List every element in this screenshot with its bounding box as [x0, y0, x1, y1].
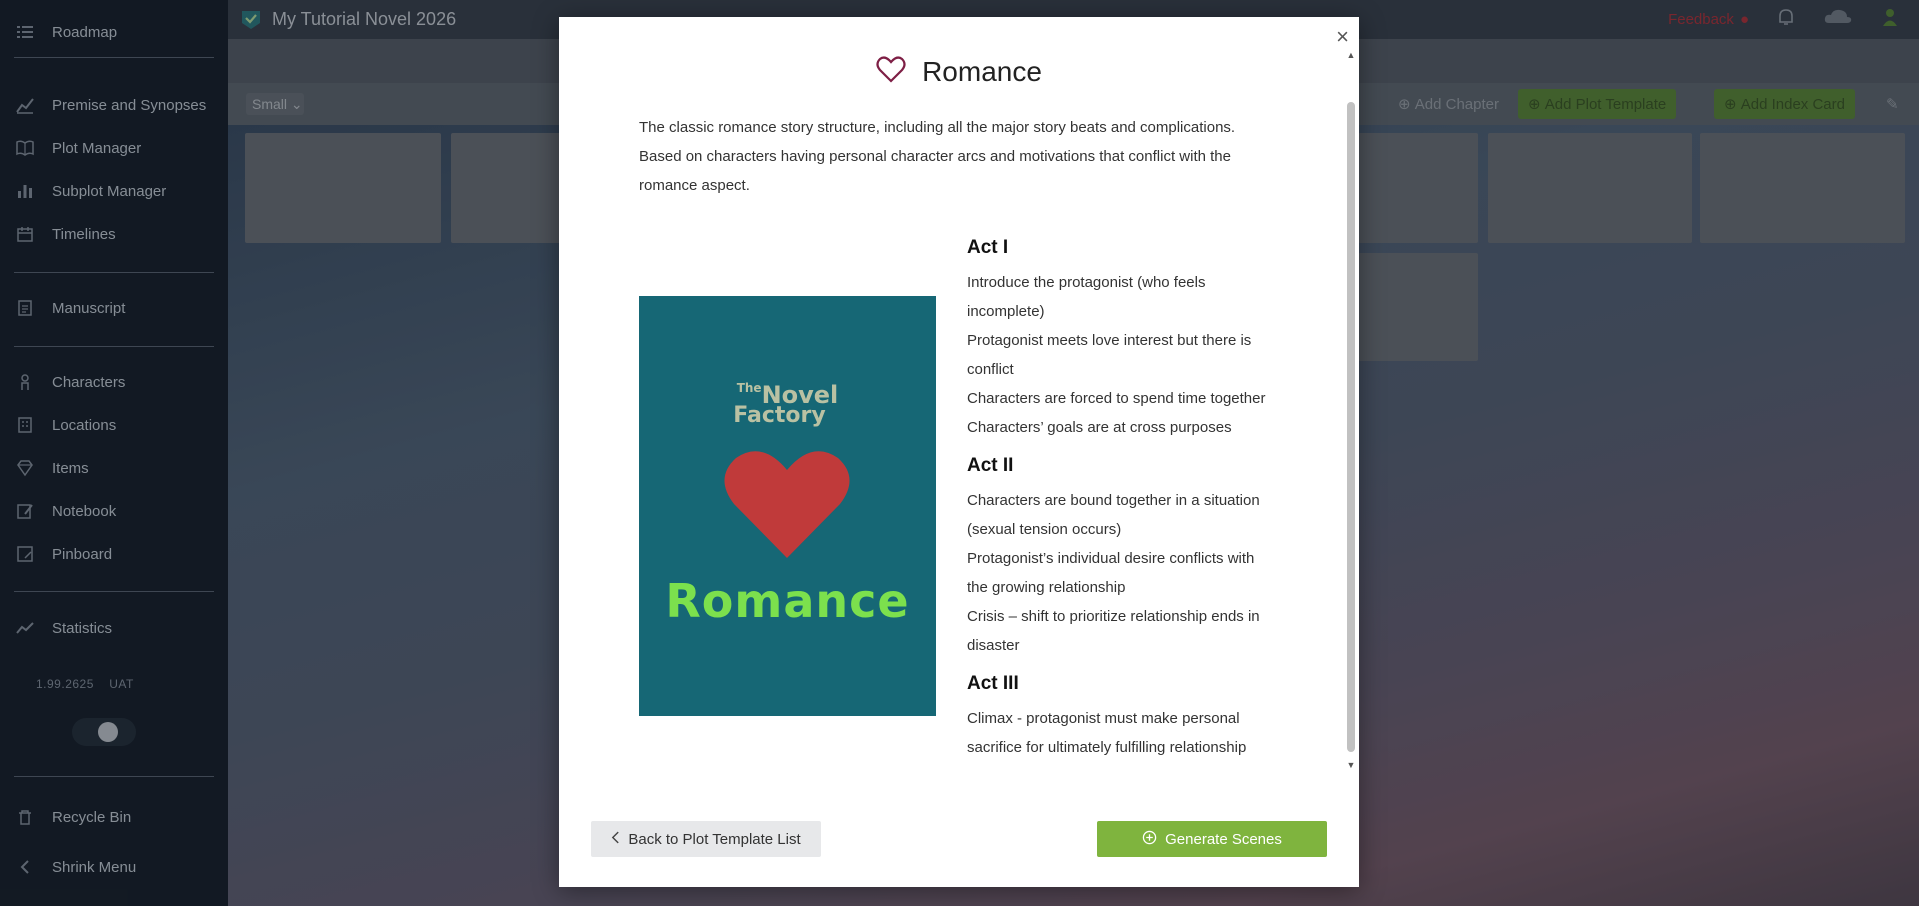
- chevron-left-icon: [611, 831, 620, 848]
- act-list: Act I Introduce the protagonist (who fee…: [967, 234, 1277, 772]
- template-cover-image: TheNovel Factory Romance: [639, 296, 936, 716]
- story-beat: Introduce the protagonist (who feels inc…: [967, 274, 1206, 320]
- story-beat: Characters’ goals are at cross purposes: [967, 419, 1232, 436]
- back-to-template-list-button[interactable]: Back to Plot Template List: [591, 821, 821, 857]
- logo-the: The: [736, 381, 762, 395]
- plus-circle-icon: [1142, 830, 1157, 849]
- logo-factory: Factory: [733, 403, 826, 428]
- back-button-label: Back to Plot Template List: [628, 830, 801, 848]
- heart-icon: [876, 55, 906, 88]
- story-beat: Climax - protagonist must make personal …: [967, 710, 1247, 756]
- story-beat: Characters are bound together in a situa…: [967, 492, 1260, 538]
- generate-scenes-button[interactable]: Generate Scenes: [1097, 821, 1327, 857]
- act-1: Act I Introduce the protagonist (who fee…: [967, 234, 1277, 442]
- act-2: Act II Characters are bound together in …: [967, 452, 1277, 660]
- story-beat: Characters are forced to spend time toge…: [967, 390, 1266, 407]
- modal-scrollbar[interactable]: ▲ ▼: [1346, 50, 1356, 770]
- modal-title: Romance: [559, 55, 1359, 88]
- modal-scroll-area[interactable]: Romance The classic romance story struct…: [559, 17, 1359, 783]
- novel-factory-logo: TheNovel Factory: [639, 381, 936, 434]
- story-beat: Crisis – shift to prioritize relationshi…: [967, 608, 1260, 654]
- scrollbar-thumb[interactable]: [1347, 102, 1355, 752]
- act-heading: Act II: [967, 455, 1014, 476]
- act-3: Act III Climax - protagonist must make p…: [967, 670, 1277, 762]
- plot-template-modal: × Romance The classic romance story stru…: [559, 17, 1359, 887]
- template-description: The classic romance story structure, inc…: [639, 119, 1236, 194]
- story-beat: Protagonist meets love interest but ther…: [967, 332, 1252, 378]
- modal-title-text: Romance: [922, 55, 1042, 87]
- cover-title: Romance: [665, 574, 910, 628]
- generate-button-label: Generate Scenes: [1165, 830, 1282, 848]
- scroll-down-icon[interactable]: ▼: [1346, 760, 1356, 770]
- scroll-up-icon[interactable]: ▲: [1346, 50, 1356, 60]
- story-beat: Protagonist’s individual desire conflict…: [967, 550, 1255, 596]
- act-heading: Act III: [967, 673, 1019, 694]
- act-heading: Act I: [967, 237, 1009, 258]
- red-heart-icon: [724, 451, 850, 558]
